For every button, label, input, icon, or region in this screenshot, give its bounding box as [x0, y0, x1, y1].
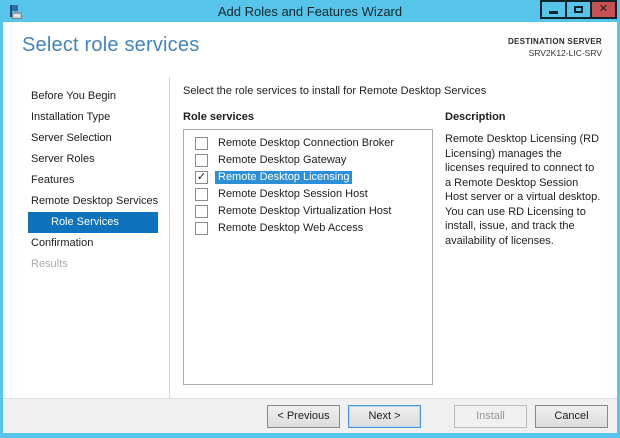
instruction-text: Select the role services to install for …	[183, 85, 487, 97]
sidebar-item-server-roles[interactable]: Server Roles	[3, 149, 169, 170]
role-service-row[interactable]: Remote Desktop Gateway	[184, 152, 432, 169]
next-button[interactable]: Next >	[348, 404, 421, 428]
role-service-row[interactable]: Remote Desktop Virtualization Host	[184, 203, 432, 220]
app-icon	[10, 4, 22, 19]
wizard-footer: < Previous Next > Install Cancel	[3, 398, 617, 433]
role-service-row-selected[interactable]: ✓ Remote Desktop Licensing	[184, 169, 432, 186]
role-service-label[interactable]: Remote Desktop Web Access	[215, 222, 366, 235]
description-title: Description	[445, 111, 506, 123]
sidebar-item-before-you-begin[interactable]: Before You Begin	[3, 86, 169, 107]
role-service-row[interactable]: Remote Desktop Web Access	[184, 220, 432, 237]
sidebar-item-remote-desktop-services[interactable]: Remote Desktop Services	[3, 191, 169, 212]
description-text: Remote Desktop Licensing (RD Licensing) …	[445, 133, 601, 247]
role-services-list-label: Role services	[183, 111, 254, 123]
sidebar-item-server-selection[interactable]: Server Selection	[3, 128, 169, 149]
description-panel: Description Remote Desktop Licensing (RD…	[445, 111, 603, 385]
checkbox-unchecked[interactable]	[195, 188, 208, 201]
close-button[interactable]: ✕	[590, 0, 617, 19]
checkbox-unchecked[interactable]	[195, 137, 208, 150]
previous-button[interactable]: < Previous	[267, 404, 340, 428]
titlebar: Add Roles and Features Wizard ✕	[3, 0, 617, 22]
page-title: Select role services	[22, 34, 200, 56]
install-button[interactable]: Install	[454, 404, 527, 428]
checkbox-unchecked[interactable]	[195, 154, 208, 167]
role-service-label[interactable]: Remote Desktop Session Host	[215, 188, 371, 201]
cancel-button[interactable]: Cancel	[535, 404, 608, 428]
wizard-window: Add Roles and Features Wizard ✕ Select r…	[0, 0, 620, 438]
sidebar-item-features[interactable]: Features	[3, 170, 169, 191]
wizard-header: Select role services DESTINATION SERVER …	[3, 22, 617, 77]
wizard-steps-sidebar: Before You Begin Installation Type Serve…	[3, 77, 170, 398]
role-service-label[interactable]: Remote Desktop Gateway	[215, 154, 349, 167]
window-title: Add Roles and Features Wizard	[217, 3, 403, 19]
minimize-icon	[549, 10, 558, 14]
maximize-button[interactable]	[565, 0, 592, 19]
sidebar-item-results: Results	[31, 258, 68, 270]
role-service-label[interactable]: Remote Desktop Connection Broker	[215, 137, 397, 150]
checkbox-unchecked[interactable]	[195, 222, 208, 235]
sidebar-item-role-services[interactable]: Role Services	[28, 212, 158, 233]
role-service-label[interactable]: Remote Desktop Licensing	[215, 171, 353, 184]
destination-server-block: DESTINATION SERVER SRV2K12-LIC-SRV	[508, 34, 602, 77]
maximize-icon	[574, 6, 583, 13]
minimize-button[interactable]	[540, 0, 567, 19]
window-controls: ✕	[540, 0, 617, 19]
checkbox-checked[interactable]: ✓	[195, 171, 208, 184]
main-content: Select the role services to install for …	[170, 77, 617, 398]
wizard-body: Before You Begin Installation Type Serve…	[3, 77, 617, 398]
sidebar-item-confirmation[interactable]: Confirmation	[3, 233, 169, 254]
close-icon: ✕	[598, 3, 609, 15]
role-services-column: Role services Remote Desktop Connection …	[183, 111, 433, 385]
role-service-row[interactable]: Remote Desktop Session Host	[184, 186, 432, 203]
checkbox-unchecked[interactable]	[195, 205, 208, 218]
destination-server-label: DESTINATION SERVER	[507, 37, 602, 46]
role-service-row[interactable]: Remote Desktop Connection Broker	[184, 135, 432, 152]
role-services-listbox[interactable]: Remote Desktop Connection Broker Remote …	[183, 129, 433, 385]
destination-server-name: SRV2K12-LIC-SRV	[528, 48, 602, 58]
role-service-label[interactable]: Remote Desktop Virtualization Host	[215, 205, 394, 218]
sidebar-item-installation-type[interactable]: Installation Type	[3, 107, 169, 128]
